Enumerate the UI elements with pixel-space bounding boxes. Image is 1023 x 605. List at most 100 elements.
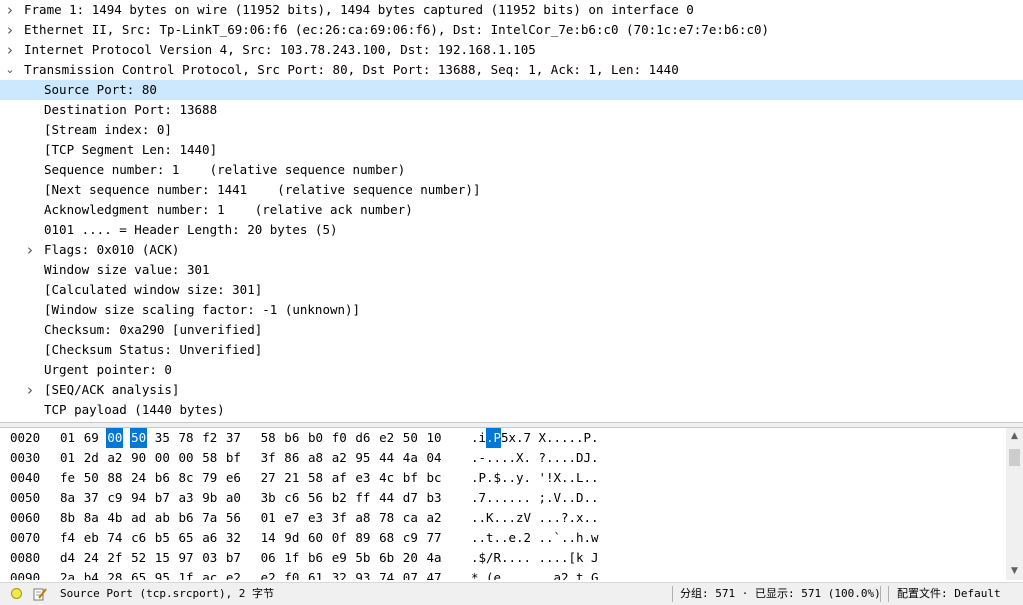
ascii-char[interactable]: P — [479, 468, 487, 488]
ascii-char[interactable]: a — [554, 568, 562, 580]
ascii-char[interactable]: . — [591, 468, 599, 488]
hex-byte[interactable]: 14 — [261, 528, 276, 548]
ascii-char[interactable]: . — [524, 448, 532, 468]
scroll-thumb[interactable] — [1009, 449, 1020, 466]
tree-row[interactable]: › [SEQ/ACK analysis] — [0, 380, 1023, 400]
hex-byte[interactable]: 37 — [84, 488, 99, 508]
ascii-char[interactable] — [531, 568, 539, 580]
ascii-char[interactable]: 5 — [501, 428, 509, 448]
ascii-char[interactable]: . — [509, 568, 517, 580]
hex-byte[interactable]: 44 — [379, 448, 394, 468]
hex-byte[interactable]: 15 — [155, 548, 170, 568]
ascii-char[interactable]: $ — [479, 548, 487, 568]
ascii-char[interactable]: . — [546, 508, 554, 528]
hex-byte[interactable]: 07 — [403, 568, 418, 580]
hex-byte[interactable]: e2 — [379, 428, 394, 448]
hex-byte[interactable]: e2 — [226, 568, 241, 580]
hex-byte[interactable]: 8a — [84, 508, 99, 528]
hex-byte[interactable]: b6 — [155, 468, 170, 488]
hex-row[interactable]: 0050 8a 37 c9 94 b7 a3 9b a0 3b c6 56 b2 ff 44 d7 b3. 7..… — [0, 488, 1000, 508]
hex-byte[interactable]: 04 — [427, 448, 442, 468]
ascii-char[interactable]: . — [501, 488, 509, 508]
ascii-char[interactable]: . — [539, 568, 547, 580]
ascii-char[interactable]: . — [554, 548, 562, 568]
ascii-char[interactable]: . — [471, 508, 479, 528]
ascii-char[interactable]: . — [486, 488, 494, 508]
ascii-char[interactable]: . — [524, 568, 532, 580]
hex-byte[interactable]: a8 — [355, 508, 370, 528]
ascii-char[interactable]: . — [471, 528, 479, 548]
ascii-char[interactable]: P — [493, 428, 502, 448]
hex-byte[interactable]: c6 — [131, 528, 146, 548]
hex-byte[interactable]: 50 — [403, 428, 418, 448]
ascii-char[interactable]: ? — [561, 508, 569, 528]
hex-byte[interactable]: e3 — [308, 508, 323, 528]
ascii-char[interactable]: . — [539, 528, 547, 548]
hex-byte[interactable]: 35 — [155, 428, 170, 448]
ascii-char[interactable]: h — [576, 528, 584, 548]
hex-byte[interactable]: d6 — [355, 428, 370, 448]
hex-byte[interactable]: a2 — [427, 508, 442, 528]
hex-byte[interactable]: 95 — [155, 568, 170, 580]
ascii-char[interactable]: . — [561, 448, 569, 468]
hex-byte[interactable]: 68 — [379, 528, 394, 548]
ascii-char[interactable]: . — [479, 508, 487, 528]
tree-row[interactable]: › Internet Protocol Version 4, Src: 103.7… — [0, 40, 1023, 60]
ascii-char[interactable]: . — [584, 528, 592, 548]
ascii-char[interactable]: . — [501, 568, 509, 580]
hex-byte[interactable]: fe — [60, 468, 75, 488]
ascii-char[interactable]: 2 — [561, 568, 569, 580]
expert-info-indicator-icon[interactable] — [11, 588, 22, 599]
ascii-char[interactable]: - — [479, 448, 487, 468]
hex-byte[interactable]: b7 — [155, 488, 170, 508]
hex-byte[interactable]: 65 — [179, 528, 194, 548]
ascii-char[interactable]: D — [576, 488, 584, 508]
ascii-char[interactable]: . — [546, 448, 554, 468]
ascii-char[interactable] — [531, 448, 539, 468]
ascii-char[interactable]: . — [486, 468, 494, 488]
hex-byte[interactable]: 93 — [355, 568, 370, 580]
hex-row[interactable]: 0020 01 69 00 50 35 78 f2 37 58 b6 b0 f0 d6 e2 50 10. i. P… — [0, 428, 1000, 448]
hex-byte[interactable]: e3 — [355, 468, 370, 488]
packet-details-tree[interactable]: › Frame 1: 1494 bytes on wire (11952 bits… — [0, 0, 1023, 422]
tree-row[interactable]: [Stream index: 0] — [0, 120, 1023, 140]
ascii-char[interactable]: D — [576, 448, 584, 468]
ascii-char[interactable]: X — [539, 428, 547, 448]
ascii-char[interactable]: . — [546, 568, 554, 580]
ascii-char[interactable]: . — [539, 548, 547, 568]
hex-byte[interactable]: 3f — [261, 448, 276, 468]
hex-byte[interactable]: 86 — [284, 448, 299, 468]
hex-byte[interactable]: 6b — [379, 548, 394, 568]
hex-byte[interactable]: 5b — [355, 548, 370, 568]
ascii-char[interactable]: . — [554, 448, 562, 468]
ascii-char[interactable]: . — [569, 468, 577, 488]
hex-byte[interactable]: 97 — [179, 548, 194, 568]
chevron-right-icon[interactable]: › — [4, 20, 16, 40]
hex-byte[interactable]: 27 — [261, 468, 276, 488]
hex-byte[interactable]: f0 — [332, 428, 347, 448]
hex-byte[interactable]: 78 — [179, 428, 194, 448]
ascii-char[interactable]: . — [501, 508, 509, 528]
hex-byte[interactable]: b3 — [427, 488, 442, 508]
ascii-char[interactable]: t — [576, 568, 584, 580]
hex-byte[interactable]: ca — [403, 508, 418, 528]
ascii-char[interactable]: . — [569, 508, 577, 528]
ascii-char[interactable]: . — [471, 488, 479, 508]
tree-row[interactable]: › Ethernet II, Src: Tp-LinkT_69:06:f6 (ec… — [0, 20, 1023, 40]
hex-byte[interactable]: ac — [202, 568, 217, 580]
ascii-char[interactable]: e — [494, 568, 502, 580]
hex-byte[interactable]: 4a — [403, 448, 418, 468]
hex-byte[interactable]: 1f — [284, 548, 299, 568]
ascii-char[interactable] — [531, 488, 539, 508]
hex-byte[interactable]: 56 — [308, 488, 323, 508]
tree-row[interactable]: Checksum: 0xa290 [unverified] — [0, 320, 1023, 340]
hex-byte[interactable]: 8c — [179, 468, 194, 488]
hex-byte[interactable]: b7 — [226, 548, 241, 568]
ascii-char[interactable]: ! — [546, 468, 554, 488]
edit-comment-icon[interactable] — [33, 587, 47, 601]
ascii-char[interactable]: . — [584, 568, 592, 580]
ascii-char[interactable]: . — [471, 448, 479, 468]
hex-byte[interactable]: bf — [226, 448, 241, 468]
hex-byte[interactable]: a8 — [308, 448, 323, 468]
hex-byte[interactable]: c9 — [107, 488, 122, 508]
